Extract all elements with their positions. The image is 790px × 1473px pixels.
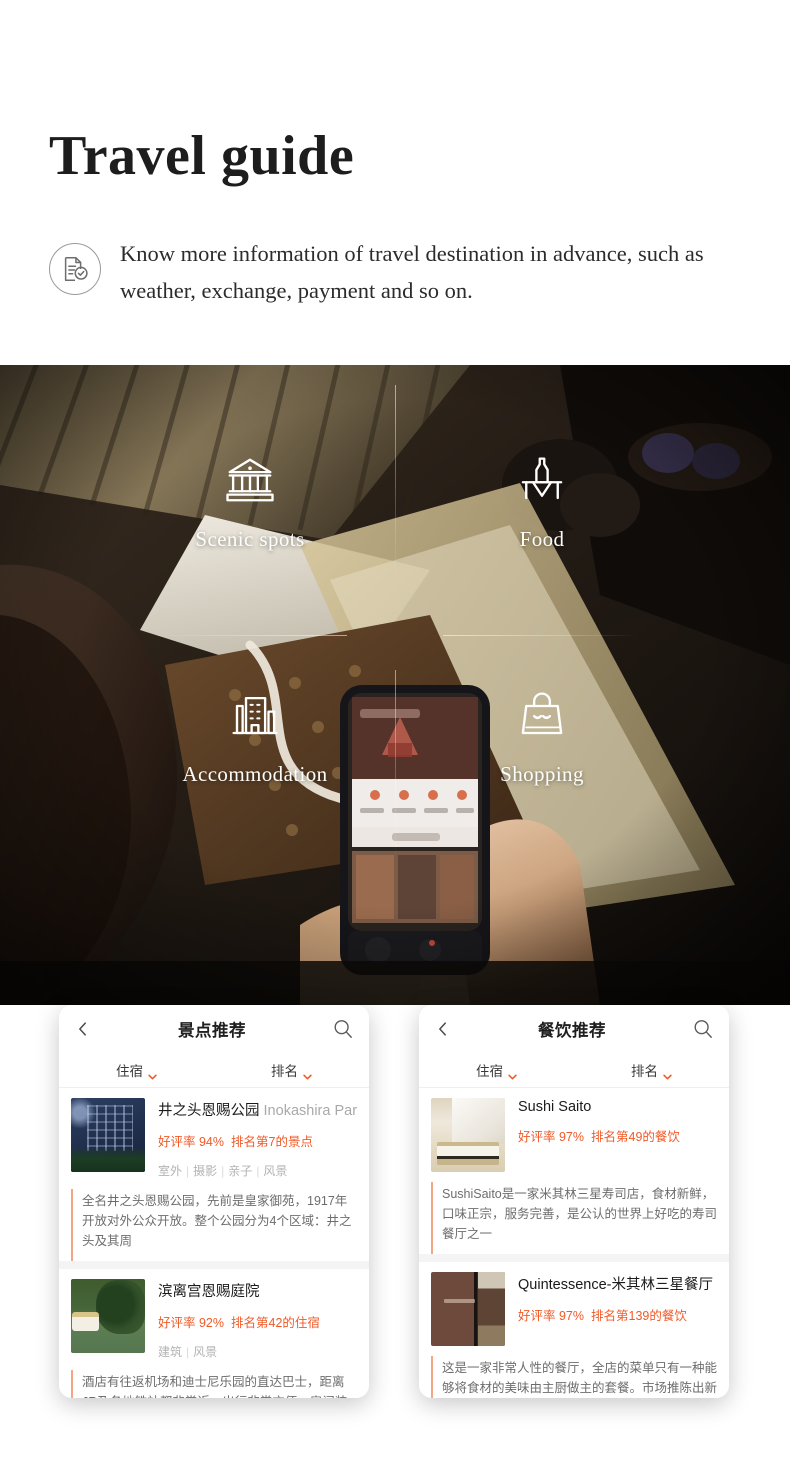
rating-value: 好评率 94% xyxy=(158,1135,224,1149)
list-item[interactable]: Sushi Saito 好评率 97% 排名第49的餐饮 SushiSaito是一… xyxy=(419,1088,729,1254)
rank-value: 排名第7的景点 xyxy=(231,1135,313,1149)
tag: 摄影 xyxy=(193,1164,218,1178)
hero-category-label: Accommodation xyxy=(182,762,328,786)
shopping-bag-icon xyxy=(515,688,569,742)
card-topbar: 景点推荐 xyxy=(59,1005,369,1053)
list-item-thumbnail xyxy=(71,1279,145,1353)
chevron-down-icon xyxy=(508,1067,517,1080)
scenic-spots-phone-card: 景点推荐 住宿 排名 井之头恩赐公园 Inokashira Park 好评率 9… xyxy=(59,1005,369,1398)
list-item-title-cn: 井之头恩赐公园 xyxy=(158,1103,260,1119)
rating-value: 好评率 92% xyxy=(158,1316,224,1330)
list-item-title: 井之头恩赐公园 Inokashira Park xyxy=(158,1099,357,1120)
food-phone-card: 餐饮推荐 住宿 排名 Sushi Saito 好评率 97% 排名第49的餐饮 … xyxy=(419,1005,729,1398)
list-item-thumbnail xyxy=(431,1098,505,1172)
header-subtitle: Know more information of travel destinat… xyxy=(120,241,704,304)
hero-category-scenic-spots[interactable]: Scenic spots xyxy=(175,453,325,552)
list-item-thumbnail xyxy=(431,1272,505,1346)
list-item-tags: 室外 | 摄影 | 亲子 | 风景 xyxy=(158,1164,288,1178)
filter-ranking[interactable]: 排名 xyxy=(214,1053,369,1087)
card-item-list: Sushi Saito 好评率 97% 排名第49的餐饮 SushiSaito是一… xyxy=(419,1088,729,1398)
hero-section: Scenic spots Food Accommodation Shopping xyxy=(0,365,790,1005)
bottle-table-icon xyxy=(515,453,569,507)
list-item-top: 井之头恩赐公园 Inokashira Park 好评率 94% 排名第7的景点 室… xyxy=(71,1098,357,1179)
rating-value: 好评率 97% xyxy=(518,1130,584,1144)
tag: 亲子 xyxy=(228,1164,253,1178)
back-chevron-icon[interactable] xyxy=(74,1020,92,1038)
back-chevron-icon[interactable] xyxy=(434,1020,452,1038)
hero-category-label: Food xyxy=(519,527,565,551)
tag: 风景 xyxy=(263,1164,288,1178)
filter-ranking[interactable]: 排名 xyxy=(574,1053,729,1087)
museum-building-icon xyxy=(223,453,277,507)
list-item-thumbnail xyxy=(71,1098,145,1172)
list-item-title: Sushi Saito xyxy=(518,1099,592,1115)
filter-label: 排名 xyxy=(631,1064,658,1079)
hero-category-shopping[interactable]: Shopping xyxy=(467,688,617,787)
filter-label: 排名 xyxy=(271,1064,298,1079)
search-icon[interactable] xyxy=(692,1018,714,1040)
list-item-top: Quintessence-米其林三星餐厅 好评率 97% 排名第139的餐饮 xyxy=(431,1272,717,1346)
rank-value: 排名第42的住宿 xyxy=(231,1316,320,1330)
hero-category-label: Scenic spots xyxy=(195,527,305,551)
list-item-title-en: Inokashira Park xyxy=(263,1103,357,1119)
tag: 建筑 xyxy=(158,1345,183,1359)
card-filter-row: 住宿 排名 xyxy=(419,1053,729,1088)
list-item-rating: 好评率 92% 排名第42的住宿 xyxy=(158,1312,357,1331)
document-check-icon xyxy=(49,243,101,295)
hero-category-grid: Scenic spots Food Accommodation Shopping xyxy=(0,365,790,1005)
filter-label: 住宿 xyxy=(116,1064,143,1079)
tag: 室外 xyxy=(158,1164,183,1178)
subtitle-row: Know more information of travel destinat… xyxy=(49,235,749,309)
list-item-info: 滨离宫恩赐庭院 好评率 92% 排名第42的住宿 建筑 | 风景 xyxy=(158,1279,357,1360)
list-item[interactable]: 滨离宫恩赐庭院 好评率 92% 排名第42的住宿 建筑 | 风景 酒店有往返机场和迪士… xyxy=(59,1269,369,1398)
filter-accommodation[interactable]: 住宿 xyxy=(419,1053,574,1087)
list-item-description: 酒店有往返机场和迪士尼乐园的直达巴士，距离JR及各地铁站都非常近，出行非常方便；… xyxy=(71,1370,357,1398)
card-filter-row: 住宿 排名 xyxy=(59,1053,369,1088)
list-item-description: 这是一家非常人性的餐厅，全店的菜单只有一种能够将食材的美味由主厨做主的套餐。市场… xyxy=(431,1356,717,1398)
list-item-description: 全名井之头恩赐公园，先前是皇家御苑，1917年开放对外公众开放。整个公园分为4个… xyxy=(71,1189,357,1261)
list-item-top: Sushi Saito 好评率 97% 排名第49的餐饮 xyxy=(431,1098,717,1172)
hero-category-label: Shopping xyxy=(500,762,584,786)
hero-category-accommodation[interactable]: Accommodation xyxy=(180,688,330,787)
hero-category-food[interactable]: Food xyxy=(467,453,617,552)
rank-value: 排名第139的餐饮 xyxy=(591,1309,687,1323)
chevron-down-icon xyxy=(663,1067,672,1080)
card-item-list: 井之头恩赐公园 Inokashira Park 好评率 94% 排名第7的景点 室… xyxy=(59,1088,369,1398)
tag: 风景 xyxy=(193,1345,218,1359)
list-item-rating: 好评率 97% 排名第139的餐饮 xyxy=(518,1305,717,1324)
hotel-building-icon xyxy=(228,688,282,742)
search-icon[interactable] xyxy=(332,1018,354,1040)
page-title: Travel guide xyxy=(49,125,355,187)
rank-value: 排名第49的餐饮 xyxy=(591,1130,680,1144)
header-section: Travel guide Know more information of tr… xyxy=(0,0,790,365)
card-title: 景点推荐 xyxy=(178,1022,246,1040)
list-item[interactable]: 井之头恩赐公园 Inokashira Park 好评率 94% 排名第7的景点 室… xyxy=(59,1088,369,1261)
chevron-down-icon xyxy=(148,1067,157,1080)
list-item-title: Quintessence-米其林三星餐厅 xyxy=(518,1277,713,1293)
chevron-down-icon xyxy=(303,1067,312,1080)
list-item-rating: 好评率 97% 排名第49的餐饮 xyxy=(518,1126,717,1145)
list-item-top: 滨离宫恩赐庭院 好评率 92% 排名第42的住宿 建筑 | 风景 xyxy=(71,1279,357,1360)
list-item-tags: 建筑 | 风景 xyxy=(158,1345,218,1359)
card-title: 餐饮推荐 xyxy=(538,1022,606,1040)
list-item-info: Quintessence-米其林三星餐厅 好评率 97% 排名第139的餐饮 xyxy=(518,1272,717,1346)
rating-value: 好评率 97% xyxy=(518,1309,584,1323)
list-item-title: 滨离宫恩赐庭院 xyxy=(158,1284,260,1300)
filter-accommodation[interactable]: 住宿 xyxy=(59,1053,214,1087)
list-item-rating: 好评率 94% 排名第7的景点 xyxy=(158,1131,357,1150)
filter-label: 住宿 xyxy=(476,1064,503,1079)
card-topbar: 餐饮推荐 xyxy=(419,1005,729,1053)
list-item-description: SushiSaito是一家米其林三星寿司店，食材新鲜，口味正宗，服务完善，是公认… xyxy=(431,1182,717,1254)
list-item-info: Sushi Saito 好评率 97% 排名第49的餐饮 xyxy=(518,1098,717,1172)
list-item[interactable]: Quintessence-米其林三星餐厅 好评率 97% 排名第139的餐饮 这是… xyxy=(419,1262,729,1398)
list-item-info: 井之头恩赐公园 Inokashira Park 好评率 94% 排名第7的景点 室… xyxy=(158,1098,357,1179)
travel-guide-page: Travel guide Know more information of tr… xyxy=(0,0,790,1473)
